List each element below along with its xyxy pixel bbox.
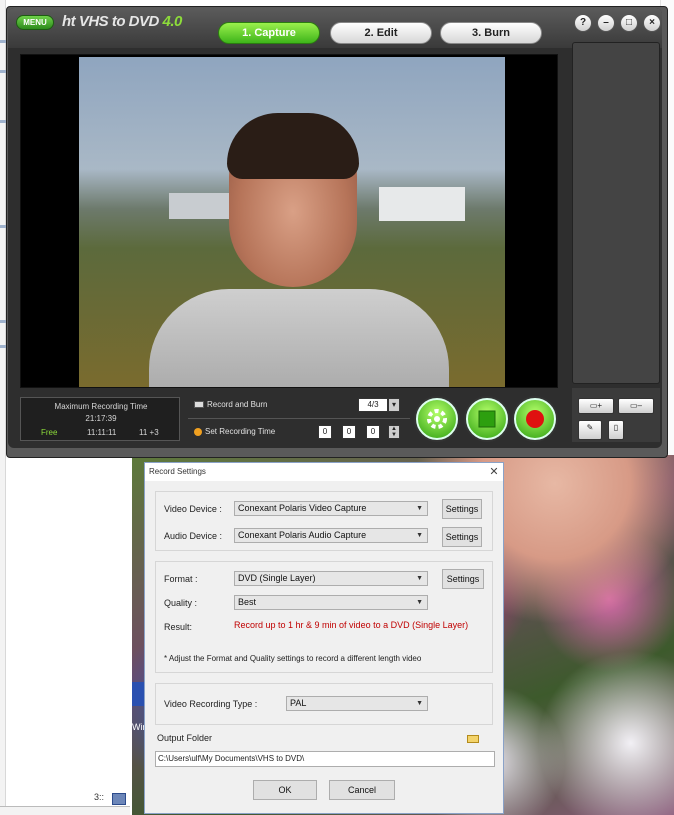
- output-folder-label: Output Folder: [157, 733, 213, 743]
- video-subject-hair: [227, 113, 359, 179]
- audio-settings-button[interactable]: Settings: [442, 527, 482, 547]
- taskbar-fragment: [0, 806, 130, 815]
- add-clip-button[interactable]: ▭+: [578, 398, 614, 414]
- clip-list-panel[interactable]: [572, 42, 660, 384]
- maximize-button[interactable]: □: [620, 14, 638, 32]
- format-value: DVD (Single Layer): [238, 573, 316, 583]
- result-label: Result:: [164, 622, 193, 632]
- format-select[interactable]: DVD (Single Layer) ▼: [234, 571, 428, 586]
- logo-text: VHS to DVD: [78, 13, 160, 30]
- logo-version: 4.0: [162, 13, 183, 30]
- seconds-field[interactable]: 0: [366, 425, 380, 439]
- side-tools: ▭+ ▭– ✎ ▯: [572, 388, 660, 442]
- remove-clip-button[interactable]: ▭–: [618, 398, 654, 414]
- chevron-down-icon: ▼: [416, 505, 423, 512]
- free-value: 11:11:11: [87, 428, 117, 437]
- record-icon: [526, 410, 544, 428]
- record-button[interactable]: [514, 398, 556, 440]
- video-recording-type-label: Video Recording Type :: [164, 699, 258, 709]
- control-divider: [188, 418, 410, 419]
- tab-edit[interactable]: 2. Edit: [330, 22, 432, 44]
- set-recording-time-label: Set Recording Time: [205, 427, 276, 436]
- format-group: Format : DVD (Single Layer) ▼ Settings Qu…: [155, 561, 493, 673]
- time-stepper[interactable]: ▲ ▼: [388, 425, 400, 439]
- video-frame-image: [79, 57, 505, 387]
- taskbar-text: 3::: [94, 792, 105, 802]
- recording-time-title: Maximum Recording Time: [54, 402, 148, 411]
- audio-device-label: Audio Device :: [164, 531, 223, 541]
- set-recording-time-option[interactable]: Set Recording Time: [194, 427, 275, 436]
- stop-button[interactable]: [466, 398, 508, 440]
- taskbar-window-icon[interactable]: [112, 793, 126, 805]
- minutes-field[interactable]: 0: [342, 425, 356, 439]
- pencil-icon[interactable]: ✎: [578, 420, 602, 440]
- video-device-select[interactable]: Conexant Polaris Video Capture ▼: [234, 501, 428, 516]
- dialog-title: Record Settings: [145, 463, 503, 481]
- hours-field[interactable]: 0: [318, 425, 332, 439]
- video-device-label: Video Device :: [164, 504, 222, 514]
- close-button[interactable]: ×: [643, 14, 661, 32]
- chevron-down-icon[interactable]: ▾: [388, 398, 400, 412]
- video-settings-button[interactable]: Settings: [442, 499, 482, 519]
- chevron-down-icon: ▼: [416, 599, 423, 606]
- record-settings-dialog: Record Settings ✕ Video Device : Conexan…: [144, 462, 504, 814]
- ok-button[interactable]: OK: [253, 780, 317, 800]
- video-device-value: Conexant Polaris Video Capture: [238, 503, 367, 513]
- format-settings-button[interactable]: Settings: [442, 569, 484, 589]
- video-recording-type-value: PAL: [290, 698, 307, 708]
- gear-icon: [427, 409, 447, 429]
- aspect-select[interactable]: 4/3: [358, 398, 388, 412]
- dialog-close-icon[interactable]: ✕: [487, 465, 501, 479]
- recording-type-group: Video Recording Type : PAL ▼: [155, 683, 493, 725]
- quality-label: Quality :: [164, 598, 198, 608]
- recording-time-value: 21:17:39: [85, 414, 117, 423]
- app-logo: ht VHS to DVD 4.0: [62, 13, 182, 30]
- quality-select[interactable]: Best ▼: [234, 595, 428, 610]
- format-label: Format :: [164, 574, 198, 584]
- chevron-down-icon: ▼: [416, 700, 423, 707]
- chevron-down-icon: ▼: [416, 575, 423, 582]
- audio-device-select[interactable]: Conexant Polaris Audio Capture ▼: [234, 528, 428, 543]
- record-and-burn-checkbox[interactable]: [194, 401, 204, 409]
- record-and-burn-label: Record and Burn: [207, 400, 268, 409]
- tab-burn[interactable]: 3. Burn: [440, 22, 542, 44]
- stop-icon: [478, 410, 496, 428]
- chevron-down-icon: ▼: [416, 532, 423, 539]
- video-preview: [20, 54, 558, 388]
- size-value: 11 +3: [139, 428, 159, 437]
- quality-value: Best: [238, 597, 257, 607]
- result-text: Record up to 1 hr & 9 min of video to a …: [234, 620, 469, 630]
- menu-button[interactable]: MENU: [16, 15, 54, 30]
- help-button[interactable]: ?: [574, 14, 592, 32]
- video-background-building: [379, 187, 465, 221]
- capture-settings-button[interactable]: [416, 398, 458, 440]
- audio-device-value: Conexant Polaris Audio Capture: [238, 530, 367, 540]
- recording-time-panel: Maximum Recording Time 21:17:39 Free 11:…: [20, 397, 180, 441]
- cancel-button[interactable]: Cancel: [329, 780, 395, 800]
- video-recording-type-select[interactable]: PAL ▼: [286, 696, 428, 711]
- video-subject-shirt: [149, 289, 449, 387]
- record-and-burn-option[interactable]: Record and Burn: [194, 400, 267, 409]
- folder-icon[interactable]: [467, 735, 479, 743]
- logo-prefix: ht: [62, 13, 76, 30]
- device-group: Video Device : Conexant Polaris Video Ca…: [155, 491, 493, 551]
- format-hint: * Adjust the Format and Quality settings…: [164, 654, 422, 663]
- output-folder-field[interactable]: C:\Users\ulf\My Documents\VHS to DVD\: [155, 751, 495, 767]
- tab-capture[interactable]: 1. Capture: [218, 22, 320, 44]
- minimize-button[interactable]: –: [597, 14, 615, 32]
- set-recording-time-radio[interactable]: [194, 427, 202, 436]
- free-label: Free: [41, 428, 58, 437]
- trash-icon[interactable]: ▯: [608, 420, 624, 440]
